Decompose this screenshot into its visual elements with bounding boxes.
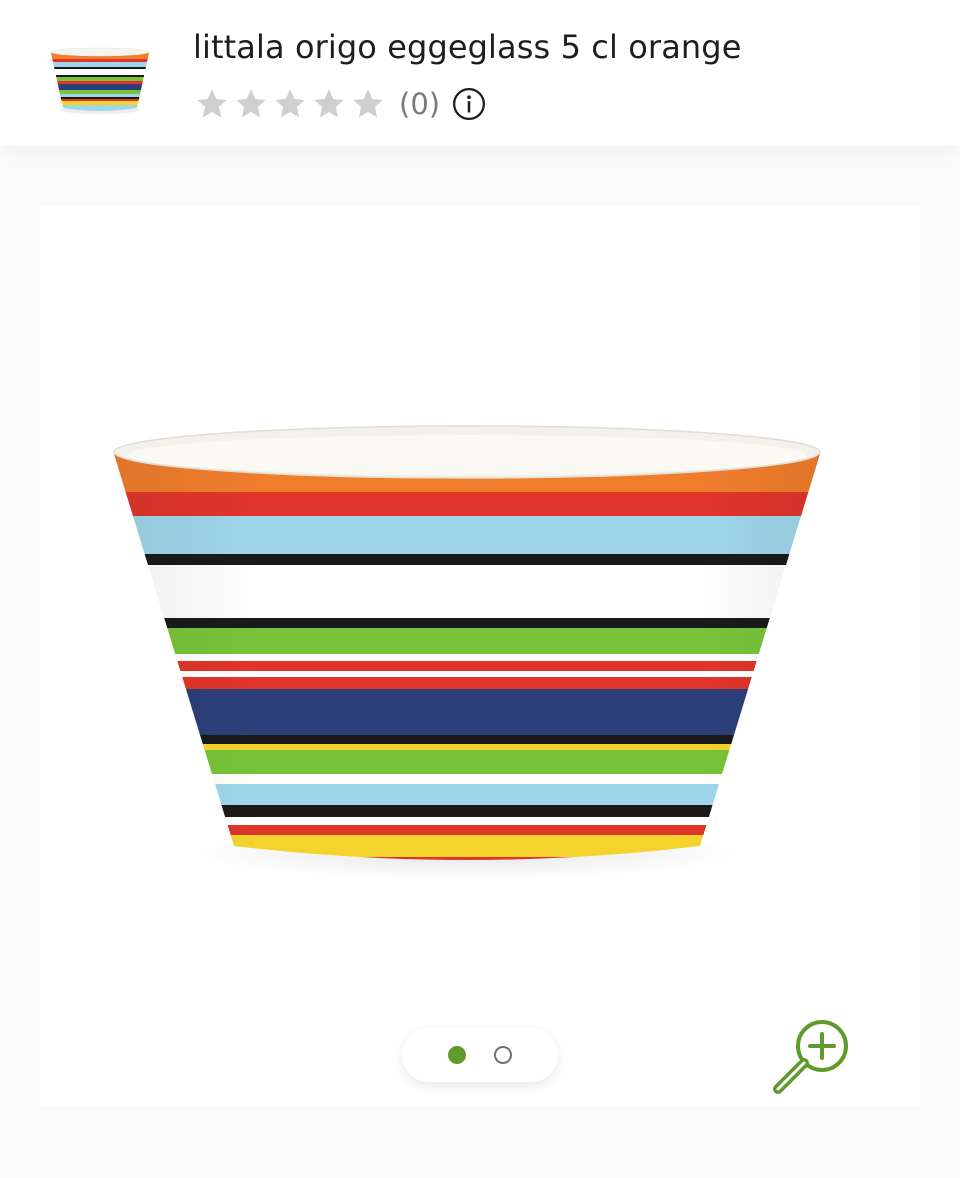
- pager-dot-1[interactable]: [448, 1046, 466, 1064]
- pager-dot-2[interactable]: [494, 1046, 512, 1064]
- star-icon: [275, 89, 305, 118]
- star-icon: [353, 89, 383, 118]
- product-image-frame: [40, 206, 920, 1106]
- zoom-in-icon[interactable]: [768, 1010, 860, 1102]
- info-icon[interactable]: [452, 87, 486, 121]
- product-header: littala origo eggeglass 5 cl orange (0): [0, 0, 960, 146]
- gallery-pager: [402, 1028, 558, 1082]
- star-icon: [314, 89, 344, 118]
- product-title: littala origo eggeglass 5 cl orange: [193, 28, 742, 66]
- product-image[interactable]: [40, 206, 920, 1106]
- product-gallery: [0, 146, 960, 1178]
- star-icon: [197, 89, 227, 118]
- star-icon: [236, 89, 266, 118]
- product-rating[interactable]: (0): [194, 82, 486, 126]
- rating-count: (0): [399, 87, 441, 121]
- product-thumbnail[interactable]: [40, 20, 160, 120]
- rating-stars: [194, 86, 389, 122]
